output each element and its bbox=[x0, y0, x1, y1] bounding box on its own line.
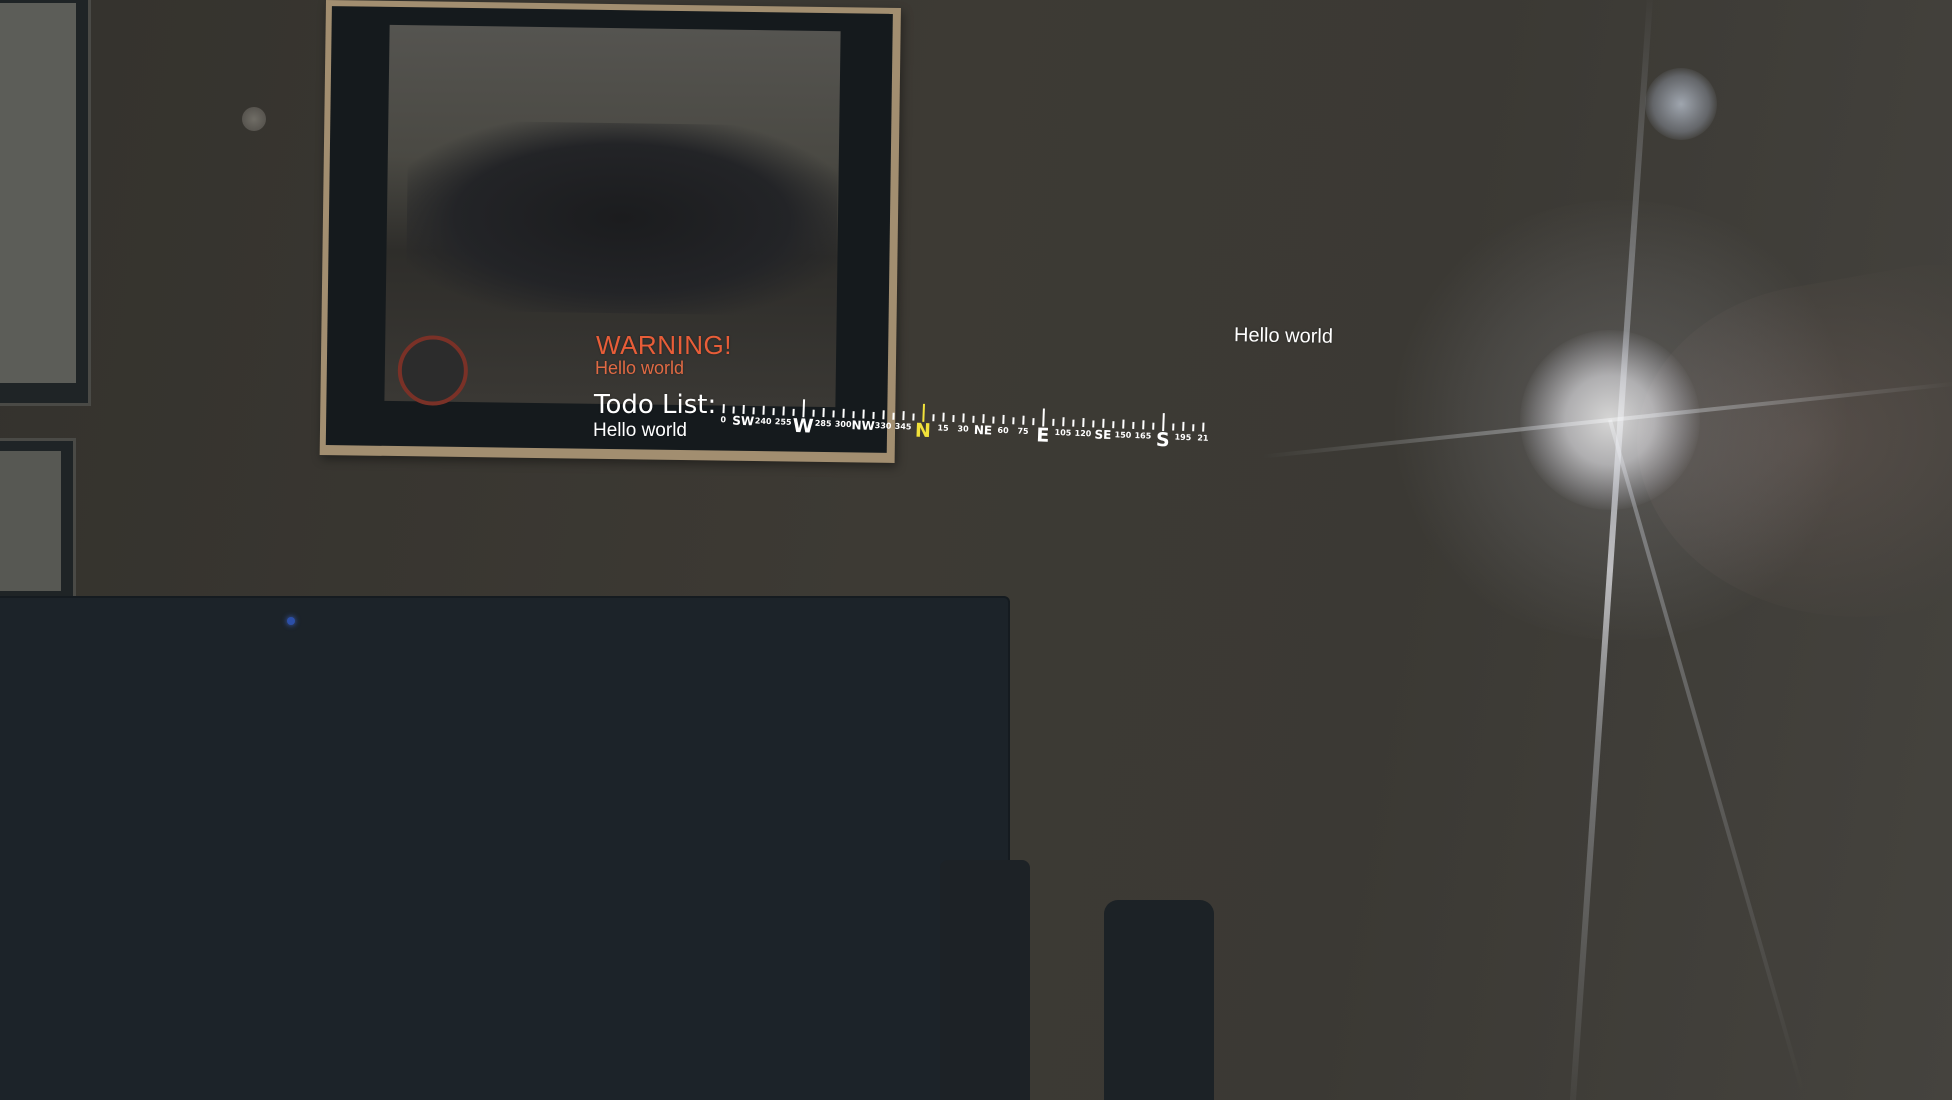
compass-label-ne: NE bbox=[973, 422, 993, 438]
compass-minor-tick bbox=[1032, 418, 1035, 426]
compass-tick bbox=[782, 406, 785, 416]
compass-tick bbox=[942, 412, 945, 422]
compass-tick bbox=[1082, 417, 1085, 428]
compass-minor-tick bbox=[912, 413, 915, 421]
compass-label-105: 105 bbox=[1054, 427, 1072, 438]
compass-label-n: N bbox=[914, 419, 932, 443]
monitor-power-led bbox=[287, 617, 295, 625]
compass-tick bbox=[1022, 415, 1025, 425]
compass-label-165: 165 bbox=[1134, 431, 1152, 441]
compass-minor-tick bbox=[832, 410, 835, 418]
compass-minor-tick bbox=[1172, 423, 1175, 431]
wall-picture-frame-left-lower bbox=[0, 438, 76, 604]
compass-label-120: 120 bbox=[1074, 428, 1092, 439]
compass-label-s: S bbox=[1155, 428, 1171, 452]
todo-list-title: Todo List: bbox=[594, 390, 717, 420]
lens-flare-ghost bbox=[1645, 68, 1717, 140]
photo-emblem bbox=[397, 335, 469, 407]
compass-minor-tick bbox=[852, 411, 855, 419]
compass-tick bbox=[722, 404, 725, 414]
compass-tick bbox=[1102, 418, 1105, 428]
compass-tick bbox=[882, 410, 885, 420]
speaker bbox=[1104, 900, 1214, 1100]
photo-group-of-people bbox=[405, 120, 839, 317]
compass-minor-tick bbox=[1132, 421, 1135, 429]
compass-minor-tick bbox=[872, 411, 875, 419]
ar-camera-view bbox=[0, 0, 1952, 1100]
compass-label-60: 60 bbox=[997, 425, 1009, 436]
wall-picture-frame-left-upper bbox=[0, 0, 91, 406]
compass-label-se: SE bbox=[1094, 427, 1112, 443]
compass-label-195: 195 bbox=[1174, 432, 1192, 443]
compass-minor-tick bbox=[1092, 420, 1095, 428]
compass-minor-tick bbox=[992, 416, 995, 424]
compass-label-w: W bbox=[792, 414, 814, 438]
compass-tick bbox=[1002, 414, 1005, 424]
compass-tick bbox=[762, 405, 765, 415]
compass-label-0: 0 bbox=[720, 415, 727, 425]
compass-tick bbox=[742, 404, 745, 415]
dark-monitor bbox=[0, 598, 1008, 1100]
compass-minor-tick bbox=[772, 408, 775, 416]
compass-tick bbox=[1182, 421, 1185, 431]
compass-minor-tick bbox=[1072, 419, 1075, 427]
compass-minor-tick bbox=[752, 407, 755, 415]
compass-label-285: 285 bbox=[814, 418, 832, 429]
compass-minor-tick bbox=[1112, 421, 1115, 429]
compass-minor-tick bbox=[1052, 418, 1055, 426]
compass-label-30: 30 bbox=[957, 424, 969, 434]
compass-minor-tick bbox=[1192, 424, 1195, 432]
compass-minor-tick bbox=[1152, 422, 1155, 430]
compass-minor-tick bbox=[812, 409, 815, 417]
compass-minor-tick bbox=[892, 412, 895, 420]
compass-label-nw: NW bbox=[851, 418, 876, 434]
compass-label-e: E bbox=[1035, 424, 1050, 447]
todo-list-item: Hello world bbox=[593, 420, 687, 441]
compass-minor-tick bbox=[972, 415, 975, 423]
compass-tick bbox=[962, 413, 965, 423]
light-flare-core bbox=[1520, 330, 1700, 510]
compass-label-330: 330 bbox=[874, 421, 892, 431]
compass-label-21: 21 bbox=[1197, 433, 1209, 443]
warning-title: WARNING! bbox=[596, 330, 732, 360]
compass-tick bbox=[822, 408, 825, 418]
compass-label-75: 75 bbox=[1017, 426, 1029, 436]
compass-tick bbox=[982, 414, 985, 424]
compass-tick bbox=[1122, 419, 1125, 429]
compass-label-240: 240 bbox=[754, 416, 772, 427]
compass-tick bbox=[902, 411, 905, 421]
compass-label-345: 345 bbox=[894, 421, 912, 432]
compass-tick bbox=[842, 408, 845, 418]
compass-label-255: 255 bbox=[774, 417, 792, 427]
compass-label-150: 150 bbox=[1114, 430, 1132, 440]
compass-tick bbox=[862, 409, 865, 419]
wall-hook bbox=[242, 107, 266, 131]
chair-back bbox=[940, 860, 1030, 1100]
compass-tick bbox=[1062, 417, 1065, 427]
compass-minor-tick bbox=[1012, 417, 1015, 425]
compass-label-300: 300 bbox=[834, 419, 852, 430]
compass-label-15: 15 bbox=[937, 423, 949, 433]
compass-tick bbox=[1142, 420, 1145, 430]
compass-tick bbox=[1202, 422, 1205, 432]
compass-minor-tick bbox=[932, 414, 935, 422]
floating-world-label: Hello world bbox=[1233, 324, 1334, 348]
compass-label-sw: SW bbox=[732, 413, 755, 429]
compass-minor-tick bbox=[952, 414, 955, 423]
warning-message: Hello world bbox=[595, 358, 685, 378]
